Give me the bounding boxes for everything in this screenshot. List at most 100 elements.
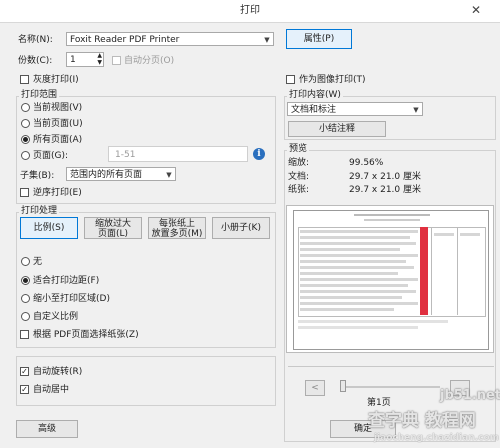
subset-select[interactable]: 范围内的所有页面 ▼ bbox=[66, 167, 176, 181]
current-page-label: 当前页面(U) bbox=[33, 119, 83, 129]
subset-select-value: 范围内的所有页面 bbox=[70, 170, 143, 180]
paper-size-label: 纸张: bbox=[288, 185, 310, 195]
booklet-button[interactable]: 小册子(K) bbox=[212, 217, 270, 239]
page-thumbnail bbox=[293, 210, 489, 350]
page-text-row bbox=[300, 284, 408, 287]
advanced-button[interactable]: 高级 bbox=[16, 420, 78, 438]
copies-label: 份数(C): bbox=[18, 56, 53, 66]
print-handling-title: 打印处理 bbox=[19, 205, 60, 217]
copies-stepper[interactable]: 1 ▲ ▼ bbox=[66, 52, 104, 67]
grayscale-checkbox[interactable] bbox=[20, 75, 29, 84]
print-as-image-checkbox[interactable] bbox=[286, 75, 295, 84]
print-content-select[interactable]: 文档和标注 ▼ bbox=[287, 102, 423, 116]
options-group bbox=[16, 356, 276, 406]
page-text-row bbox=[300, 272, 398, 275]
watermark-url: jiaocheng.chazidian.com bbox=[374, 433, 500, 443]
page-preview bbox=[286, 205, 494, 353]
chevron-down-icon: ▼ bbox=[413, 106, 419, 114]
printer-select-value: Foxit Reader PDF Printer bbox=[70, 35, 180, 45]
chevron-down-icon: ▼ bbox=[166, 171, 172, 179]
page-text-row bbox=[300, 236, 410, 239]
preview-title: 预览 bbox=[287, 143, 310, 155]
choose-paper-checkbox[interactable] bbox=[20, 330, 29, 339]
all-pages-label: 所有页面(A) bbox=[33, 135, 83, 145]
page-table-red-column bbox=[420, 227, 428, 315]
print-content-select-value: 文档和标注 bbox=[291, 105, 337, 115]
printer-select[interactable]: Foxit Reader PDF Printer ▼ bbox=[66, 32, 274, 46]
page-text-row bbox=[300, 242, 416, 245]
choose-paper-label: 根据 PDF页面选择纸张(Z) bbox=[33, 330, 139, 340]
copies-value: 1 bbox=[70, 55, 76, 65]
scale-none-radio[interactable] bbox=[21, 257, 30, 266]
page-text-row bbox=[300, 278, 418, 281]
reverse-order-label: 逆序打印(E) bbox=[33, 188, 82, 198]
close-icon[interactable]: ✕ bbox=[462, 2, 490, 18]
tile-button-line2: 页面(L) bbox=[97, 229, 129, 239]
collate-checkbox[interactable] bbox=[112, 56, 121, 65]
page-text-row bbox=[300, 230, 418, 233]
chevron-down-icon: ▼ bbox=[264, 36, 270, 44]
window-title: 打印 bbox=[240, 5, 260, 16]
info-icon[interactable]: i bbox=[253, 148, 265, 160]
auto-center-checkbox[interactable]: ✓ bbox=[20, 385, 29, 394]
shrink-label: 缩小至打印区域(D) bbox=[33, 294, 110, 304]
page-text-row bbox=[300, 248, 400, 251]
current-view-radio[interactable] bbox=[21, 103, 30, 112]
print-range-title: 打印范围 bbox=[19, 89, 60, 101]
stepper-arrows-icon[interactable]: ▲ ▼ bbox=[97, 52, 102, 66]
watermark-text: 查字典 教程网 bbox=[368, 411, 476, 431]
page-slider-thumb[interactable] bbox=[340, 380, 346, 392]
page-table-divider bbox=[431, 227, 432, 315]
tile-large-pages-button[interactable]: 缩放过大 页面(L) bbox=[84, 217, 142, 239]
page-text-row bbox=[300, 308, 394, 311]
pages-input-value: 1-51 bbox=[115, 150, 136, 160]
summarize-comments-button[interactable]: 小结注释 bbox=[288, 121, 386, 137]
page-text-row bbox=[300, 266, 414, 269]
pages-label: 页面(G): bbox=[33, 151, 69, 161]
zoom-label: 缩放: bbox=[288, 158, 310, 168]
scale-button[interactable]: 比例(S) bbox=[20, 217, 78, 239]
auto-center-label: 自动居中 bbox=[33, 385, 70, 395]
document-size-label: 文档: bbox=[288, 172, 310, 182]
auto-rotate-checkbox[interactable]: ✓ bbox=[20, 367, 29, 376]
fit-margins-radio[interactable] bbox=[21, 276, 30, 285]
page-footer-row bbox=[298, 320, 448, 323]
page-cell bbox=[434, 233, 454, 236]
page-table-divider bbox=[457, 227, 458, 315]
custom-scale-label: 自定义比例 bbox=[33, 312, 79, 322]
multiple-button-line1: 每张纸上 bbox=[158, 219, 195, 229]
fit-margins-label: 适合打印边距(F) bbox=[33, 276, 100, 286]
watermark-site: jb51.net bbox=[440, 388, 500, 403]
page-text-row bbox=[300, 302, 418, 305]
shrink-radio[interactable] bbox=[21, 294, 30, 303]
page-text-row bbox=[300, 290, 416, 293]
auto-rotate-label: 自动旋转(R) bbox=[33, 367, 83, 377]
pages-radio[interactable] bbox=[21, 151, 30, 160]
custom-scale-radio[interactable] bbox=[21, 312, 30, 321]
current-view-label: 当前视图(V) bbox=[33, 103, 83, 113]
zoom-value: 99.56% bbox=[349, 158, 384, 168]
print-content-title: 打印内容(W) bbox=[287, 89, 343, 101]
page-title-line bbox=[354, 214, 430, 216]
reverse-order-checkbox[interactable] bbox=[20, 188, 29, 197]
print-as-image-label: 作为图像打印(T) bbox=[299, 75, 366, 85]
preview-divider bbox=[288, 366, 494, 367]
all-pages-radio[interactable] bbox=[21, 135, 30, 144]
printer-name-label: 名称(N): bbox=[18, 35, 53, 45]
pages-input[interactable]: 1-51 bbox=[108, 146, 248, 162]
page-subtitle-line bbox=[364, 219, 420, 221]
page-slider-track[interactable] bbox=[345, 386, 440, 388]
page-text-row bbox=[300, 254, 418, 257]
current-page-radio[interactable] bbox=[21, 119, 30, 128]
subset-label: 子集(B): bbox=[20, 171, 55, 181]
page-text-row bbox=[300, 296, 402, 299]
multiple-pages-button[interactable]: 每张纸上 放置多页(M) bbox=[148, 217, 206, 239]
collate-label: 自动分页(O) bbox=[124, 56, 175, 66]
page-cell bbox=[460, 233, 480, 236]
document-size-value: 29.7 x 21.0 厘米 bbox=[349, 172, 421, 182]
prev-page-button[interactable]: < bbox=[305, 380, 325, 396]
scale-none-label: 无 bbox=[33, 257, 43, 267]
grayscale-label: 灰度打印(I) bbox=[33, 75, 79, 85]
page-footer-row bbox=[298, 326, 418, 329]
properties-button[interactable]: 属性(P) bbox=[286, 29, 352, 49]
